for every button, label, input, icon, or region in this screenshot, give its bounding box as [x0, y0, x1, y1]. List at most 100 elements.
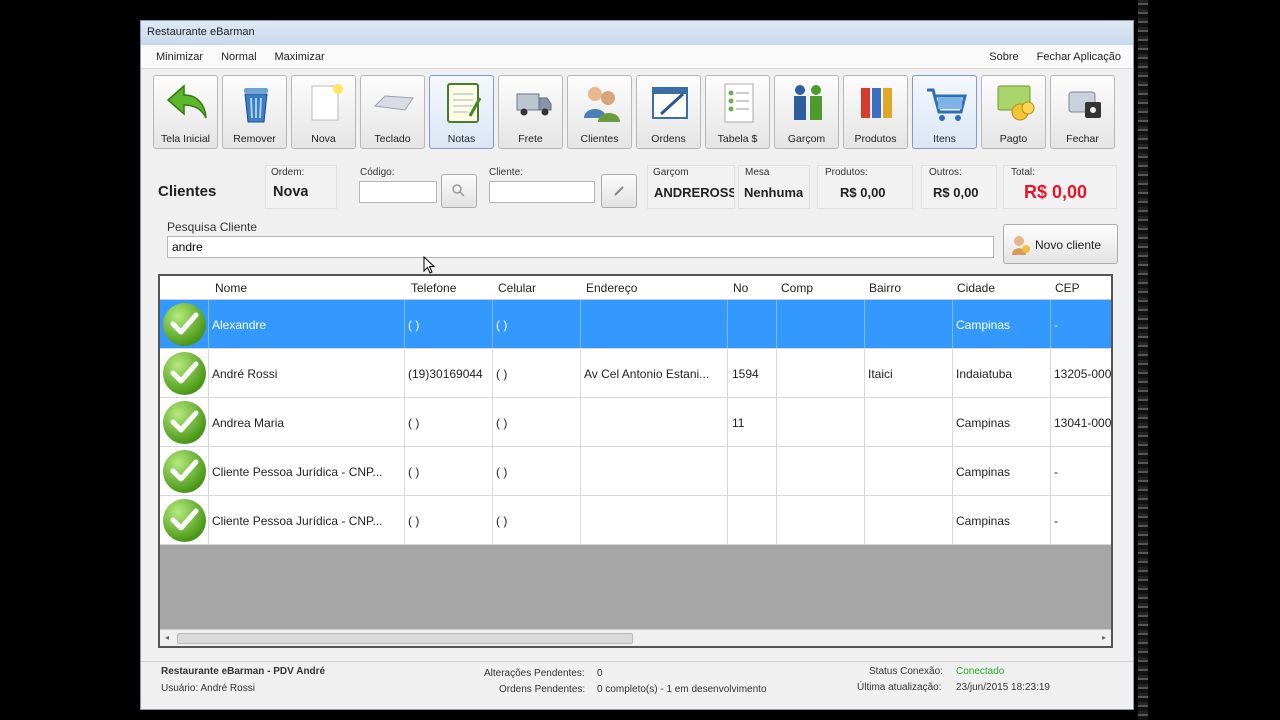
- menu-maximizar[interactable]: Maximizar: [275, 51, 325, 63]
- horizontal-scrollbar[interactable]: ◂ ▸: [160, 629, 1111, 646]
- atualizacao-value: 23/jun/2015 18:23:19: [956, 682, 1050, 693]
- price-table-icon: [724, 83, 754, 123]
- teclado-button[interactable]: Teclado: [360, 75, 425, 149]
- scroll-right-icon[interactable]: ▸: [1102, 633, 1106, 642]
- cell-telefone: (19)30169044: [408, 367, 483, 381]
- new-document-icon: [311, 84, 343, 121]
- scrollbar-thumb[interactable]: [177, 633, 633, 644]
- table-row[interactable]: Alexandre ( ) ( ) Campinas -: [160, 300, 1111, 349]
- col-no[interactable]: No: [733, 281, 748, 295]
- clientes-button[interactable]: Clientes: [567, 75, 632, 149]
- cell-cep: 13041-000: [1054, 416, 1112, 430]
- cell-no: 11: [732, 416, 745, 430]
- codigo-input[interactable]: [359, 181, 437, 203]
- frete-button[interactable]: Frete: [498, 75, 563, 149]
- menu-fechar-aplicacao[interactable]: Fechar Aplicação: [1037, 51, 1121, 63]
- garcom-button[interactable]: Garçom: [774, 75, 839, 149]
- col-nome[interactable]: Nome: [215, 281, 247, 295]
- cliente-input[interactable]: [489, 181, 595, 203]
- column-separator: [776, 300, 777, 348]
- column-separator: [864, 349, 865, 397]
- section-title: Clientes: [158, 183, 217, 200]
- cell-telefone: ( ): [408, 465, 420, 479]
- table-row[interactable]: Cliente Pessoa Jurídica - CNP... ( ) ( ) Ca…: [160, 447, 1111, 496]
- ordem-caption: Ordem:: [271, 167, 305, 178]
- column-separator: [952, 496, 953, 544]
- column-separator: [776, 398, 777, 446]
- itens-button[interactable]: Itens: [912, 75, 977, 149]
- cell-nome: Alexandre: [212, 318, 267, 332]
- column-separator: [952, 300, 953, 348]
- cell-celular: ( ): [496, 465, 508, 479]
- scroll-left-icon[interactable]: ◂: [165, 633, 169, 642]
- produtos-value: R$ 0,00: [840, 185, 886, 200]
- conexao-caption: Status Conexão:: [869, 666, 943, 677]
- column-separator: [1050, 300, 1051, 348]
- col-comp[interactable]: Comp: [781, 281, 813, 295]
- column-separator: [208, 398, 209, 446]
- status-user: Usuário: André Rossi: [161, 683, 255, 694]
- alteracoes-caption: Alterações Pendentes:: [484, 668, 585, 679]
- cliente-edit-button[interactable]: [601, 174, 637, 208]
- column-separator: [404, 300, 405, 348]
- menu-sobre[interactable]: Sobre: [989, 51, 1018, 63]
- column-separator: [864, 447, 865, 495]
- column-separator: [727, 496, 728, 544]
- ordens-button[interactable]: Ordens: [636, 75, 701, 149]
- remover-label: Remover: [233, 133, 276, 145]
- client-search-input[interactable]: [167, 236, 994, 258]
- garcom-value: ANDREROSSI: [654, 185, 734, 200]
- window-title: Restaurante eBarman: [141, 21, 1133, 45]
- codigo-search-button[interactable]: [441, 174, 477, 208]
- teclado-label: Teclado: [374, 133, 411, 145]
- status-bar: Restaurante eBarman - PDV André Usuário:…: [141, 661, 1133, 709]
- col-cep[interactable]: CEP: [1055, 281, 1080, 295]
- col-celular[interactable]: Celular: [498, 281, 536, 295]
- column-separator: [952, 349, 953, 397]
- notas-button[interactable]: Notas: [429, 75, 494, 149]
- column-separator: [727, 398, 728, 446]
- table-row[interactable]: Andrea Maria ( ) ( ) 11 Campinas 13041-000: [160, 398, 1111, 447]
- menu-minimizar[interactable]: Minimizar: [156, 51, 203, 63]
- new-client-button[interactable]: Novo cliente: [1003, 224, 1118, 264]
- column-separator: [776, 496, 777, 544]
- col-telefone[interactable]: Telefone: [411, 281, 456, 295]
- cell-cep: -: [1054, 318, 1058, 332]
- total-caption: Total:: [1011, 167, 1035, 178]
- cell-cidade: Indaiatuba: [956, 367, 1013, 381]
- atualizacao-caption: Última atualização:: [857, 682, 942, 693]
- column-separator: [1050, 398, 1051, 446]
- column-separator: [727, 447, 728, 495]
- cell-nome: André Rossi: [212, 367, 278, 381]
- column-separator: [492, 349, 493, 397]
- order-header: Clientes Ordem: Nova Código: Cliente: Ga…: [141, 161, 1133, 217]
- fechar-button[interactable]: Fechar: [1050, 75, 1115, 149]
- column-separator: [404, 398, 405, 446]
- notepad-icon: [447, 83, 482, 123]
- table-row[interactable]: André Rossi (19)30169044 ( ) Av Cel Antonio…: [160, 349, 1111, 398]
- cell-cep: 13205-000: [1054, 367, 1112, 381]
- col-bairro[interactable]: Bairro: [869, 281, 901, 295]
- orders-icon: [652, 87, 688, 119]
- remover-button[interactable]: Remover: [222, 75, 287, 149]
- checkmark-icon: [163, 499, 206, 542]
- column-separator: [208, 300, 209, 348]
- menu-normal[interactable]: Normal: [221, 51, 256, 63]
- column-separator: [404, 496, 405, 544]
- products-icon: [861, 88, 892, 118]
- ordens-pendentes-value: 0 completo(s) - 1 em desenvolvimento: [597, 684, 767, 695]
- column-separator: [952, 398, 953, 446]
- clients-grid: Nome Telefone Celular Endereço No Comp B…: [158, 274, 1113, 648]
- tela-inicial-button[interactable]: Tela Inicial: [153, 75, 218, 149]
- nova-button[interactable]: Nova: [291, 75, 356, 149]
- menu-bar: Minimizar Normal Maximizar Sobre Fechar …: [141, 45, 1133, 69]
- pagto-button[interactable]: Pagto: [981, 75, 1046, 149]
- checkmark-icon: [163, 352, 206, 395]
- col-endereco[interactable]: Endereço: [586, 281, 637, 295]
- tabela-button[interactable]: Tabela $: [705, 75, 770, 149]
- column-separator: [492, 300, 493, 348]
- column-separator: [492, 496, 493, 544]
- col-cidade[interactable]: Cidade: [957, 281, 995, 295]
- table-row[interactable]: Cliente Pessoa Jurídica - CNP... ( ) ( ) Ca…: [160, 496, 1111, 545]
- produtos-button[interactable]: Produtos: [843, 75, 908, 149]
